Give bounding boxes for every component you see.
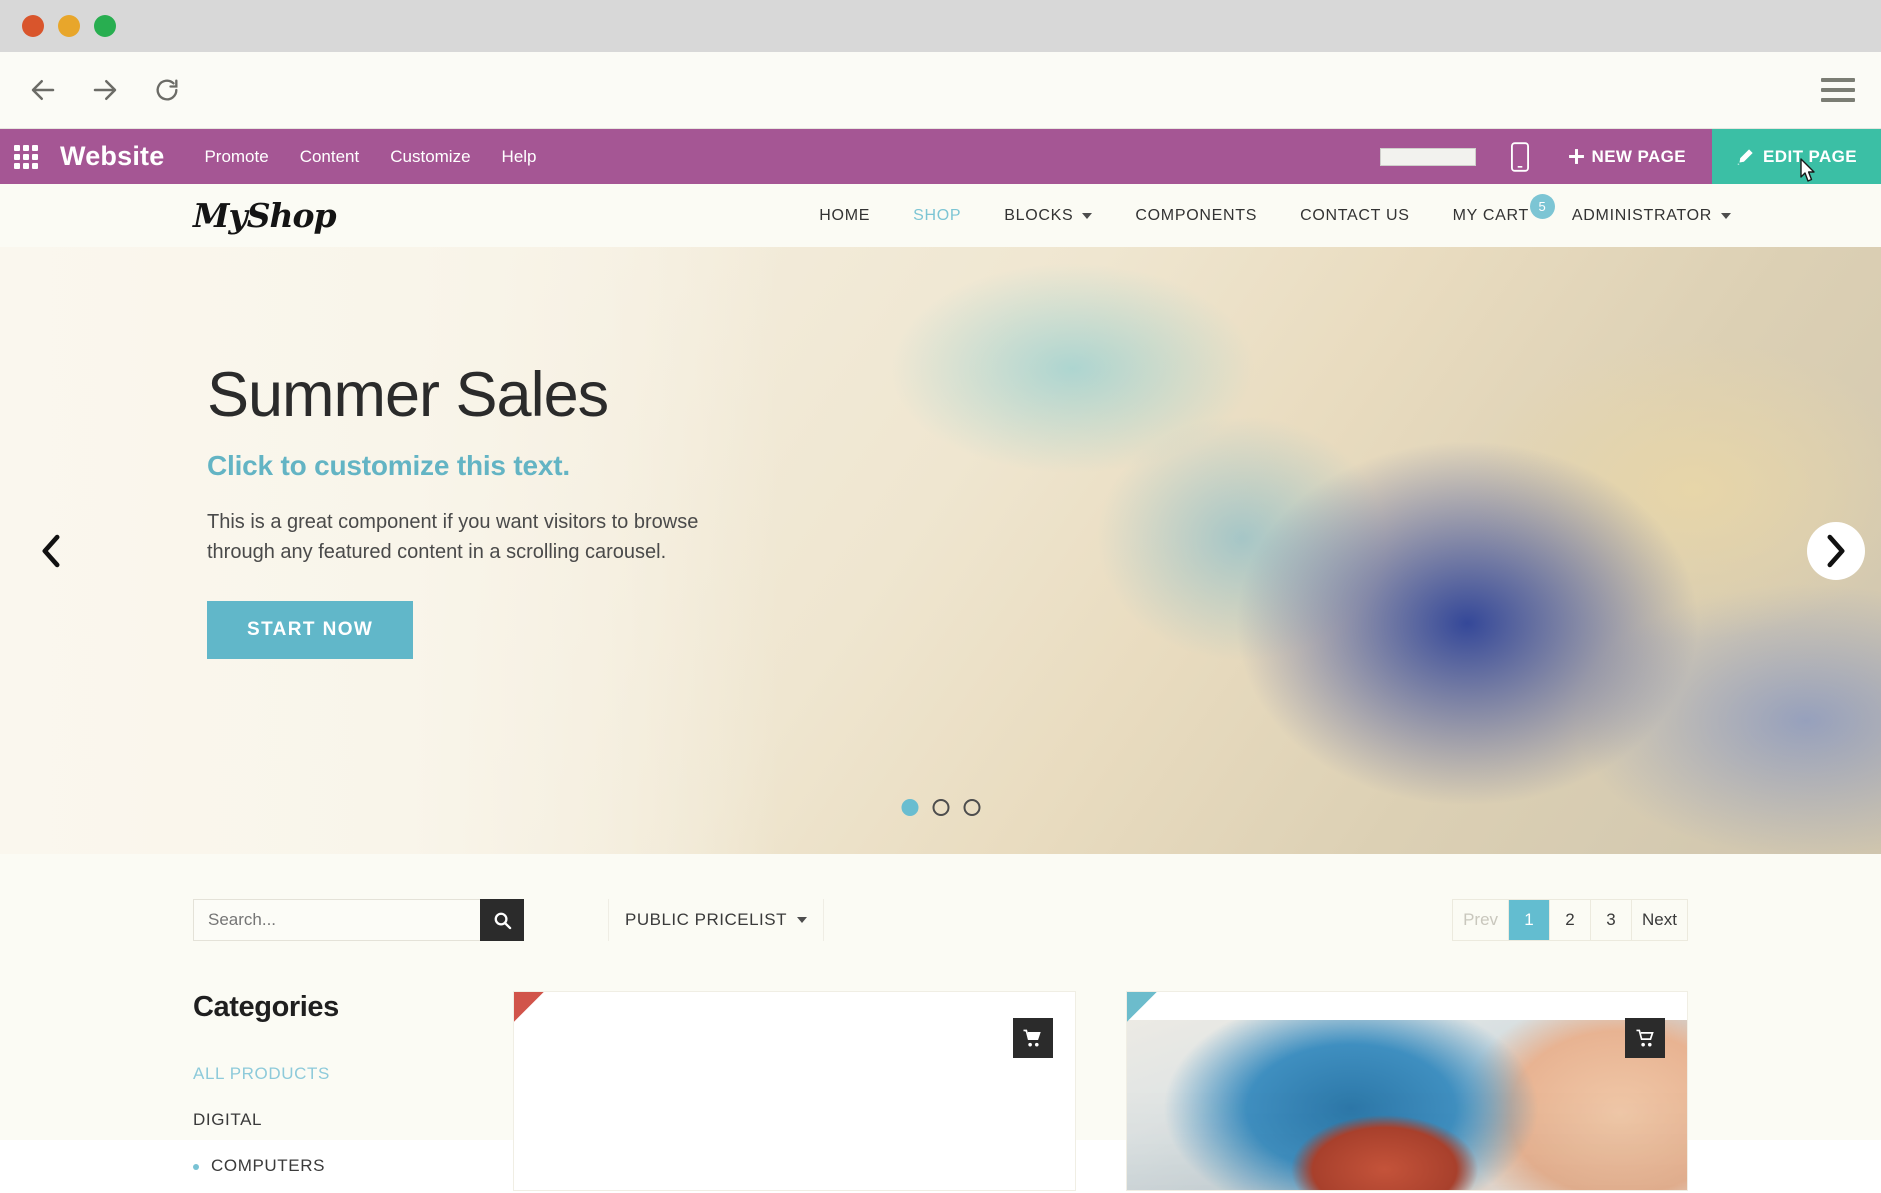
forward-button[interactable] [86, 71, 124, 109]
search-icon [494, 912, 511, 929]
categories-sidebar: Categories ALL PRODUCTS DIGITAL COMPUTER… [193, 991, 493, 1193]
chevron-left-icon [42, 534, 60, 567]
categories-title: Categories [193, 991, 339, 1023]
editor-menu-content[interactable]: Content [300, 147, 360, 167]
pricelist-label: PUBLIC PRICELIST [625, 910, 787, 929]
caret-down-icon [797, 917, 807, 923]
mobile-preview-icon [1510, 141, 1529, 172]
editor-menu-customize[interactable]: Customize [390, 147, 470, 167]
reload-button[interactable] [148, 71, 186, 109]
hero-title: Summer Sales [207, 360, 609, 430]
minimize-window-button[interactable] [58, 15, 80, 37]
add-to-cart-button[interactable] [1625, 1018, 1665, 1058]
nav-item-home[interactable]: HOME [819, 207, 870, 225]
chevron-right-icon [1827, 534, 1845, 567]
nav-item-blocks[interactable]: BLOCKS [1004, 206, 1093, 225]
hero-carousel: Summer Sales Click to customize this tex… [0, 247, 1881, 854]
nav-item-administrator[interactable]: ADMINISTRATOR [1572, 207, 1731, 225]
search-button[interactable] [480, 899, 524, 941]
reload-icon [156, 79, 178, 101]
hero-cta-button[interactable]: START NOW [207, 601, 414, 660]
carousel-next-button[interactable] [1807, 521, 1865, 580]
pagination: Prev 1 2 3 Next [1452, 899, 1688, 941]
nav-item-my-cart[interactable]: MY CART 5 [1452, 193, 1555, 225]
nav-item-shop[interactable]: SHOP [913, 207, 961, 225]
search-form [193, 899, 524, 941]
arrow-right-icon [93, 80, 117, 100]
back-button[interactable] [24, 71, 62, 109]
pencil-icon [1737, 148, 1753, 165]
editor-menu-promote[interactable]: Promote [204, 147, 268, 167]
url-field[interactable] [1379, 147, 1476, 166]
site-header: MyShop HOME SHOP BLOCKS COMPONENTS CONTA… [0, 184, 1881, 247]
browser-titlebar [0, 0, 1881, 52]
nav-label-components: COMPONENTS [1135, 206, 1258, 224]
nav-label-my-cart: MY CART [1452, 206, 1529, 224]
shop-toolbar: PUBLIC PRICELIST Prev 1 2 3 Next [193, 854, 1688, 941]
chevron-down-icon [1082, 212, 1093, 219]
category-all-products[interactable]: ALL PRODUCTS [193, 1064, 493, 1084]
editor-menu: Promote Content Customize Help [204, 147, 536, 167]
product-card[interactable]: SALE [513, 991, 1076, 1191]
hamburger-menu-icon[interactable] [1821, 78, 1855, 102]
arrow-left-icon [31, 80, 55, 100]
hero-description: This is a great component if you want vi… [207, 511, 699, 563]
cart-icon [1023, 1029, 1041, 1046]
shop-body: Categories ALL PRODUCTS DIGITAL COMPUTER… [193, 941, 1688, 1193]
website-editor-bar: Website Promote Content Customize Help N… [0, 129, 1881, 184]
apps-grid-icon[interactable] [14, 144, 38, 169]
mobile-preview-button[interactable] [1510, 141, 1530, 172]
carousel-dot-1[interactable] [901, 799, 918, 816]
category-computers[interactable]: COMPUTERS [193, 1156, 493, 1176]
add-to-cart-button[interactable] [1012, 1018, 1053, 1058]
hero-content: Summer Sales Click to customize this tex… [207, 360, 767, 660]
hero-subtitle[interactable]: Click to customize this text. [207, 450, 767, 482]
nav-label-contact-us: CONTACT US [1300, 206, 1410, 224]
pager-page-1[interactable]: 1 [1509, 900, 1551, 940]
editor-brand-label: Website [60, 141, 165, 171]
nav-label-home: HOME [819, 206, 871, 224]
pager-prev[interactable]: Prev [1453, 900, 1510, 940]
edit-page-button[interactable]: EDIT PAGE [1712, 129, 1881, 184]
pricelist-dropdown[interactable]: PUBLIC PRICELIST [608, 899, 824, 941]
close-window-button[interactable] [22, 15, 44, 37]
product-card[interactable]: NEW [1125, 991, 1688, 1191]
carousel-indicators [901, 799, 980, 816]
carousel-dot-3[interactable] [963, 799, 980, 816]
nav-item-contact-us[interactable]: CONTACT US [1300, 207, 1410, 225]
shop-section: PUBLIC PRICELIST Prev 1 2 3 Next Categor… [0, 854, 1881, 1191]
product-image [1126, 1020, 1687, 1190]
nav-item-components[interactable]: COMPONENTS [1135, 207, 1257, 225]
plus-icon [1568, 149, 1584, 164]
edit-page-label: EDIT PAGE [1763, 146, 1857, 166]
pager-page-3[interactable]: 3 [1591, 900, 1633, 940]
new-page-button[interactable]: NEW PAGE [1568, 147, 1713, 167]
browser-nav-buttons [24, 71, 186, 109]
site-logo[interactable]: MyShop [193, 196, 337, 235]
editor-bar-right: NEW PAGE EDIT PAGE [1379, 129, 1881, 184]
new-page-label: NEW PAGE [1591, 146, 1687, 166]
maximize-window-button[interactable] [94, 15, 116, 37]
product-grid: SALE NEW [493, 991, 1688, 1193]
carousel-prev-button[interactable] [22, 522, 80, 580]
category-digital[interactable]: DIGITAL [193, 1110, 493, 1130]
nav-label-blocks: BLOCKS [1004, 206, 1074, 224]
browser-toolbar [0, 52, 1881, 129]
cart-icon [1635, 1029, 1654, 1046]
nav-label-shop: SHOP [913, 206, 962, 224]
cart-count-badge: 5 [1529, 193, 1555, 219]
editor-menu-help[interactable]: Help [502, 147, 537, 167]
nav-label-administrator: ADMINISTRATOR [1571, 206, 1712, 224]
pager-page-2[interactable]: 2 [1550, 900, 1592, 940]
pager-next[interactable]: Next [1632, 900, 1687, 940]
carousel-dot-2[interactable] [932, 799, 949, 816]
site-navigation: HOME SHOP BLOCKS COMPONENTS CONTACT US M… [819, 193, 1731, 225]
chevron-down-icon [1721, 212, 1731, 219]
product-image [514, 1020, 1075, 1190]
search-input[interactable] [193, 899, 480, 941]
